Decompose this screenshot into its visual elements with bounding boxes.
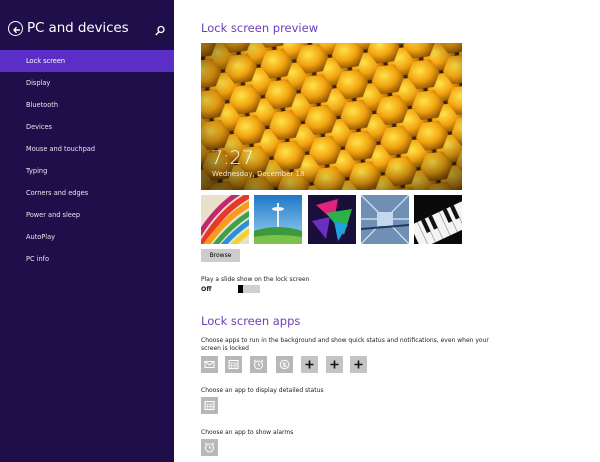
lock-screen-preview: 7:27 Wednesday, December 18: [201, 43, 462, 190]
sidebar-item-devices[interactable]: Devices: [0, 116, 174, 138]
add-icon: [330, 360, 339, 369]
alarms-slot[interactable]: [201, 439, 218, 456]
search-button[interactable]: [154, 22, 166, 36]
quick-status-slot-add-1[interactable]: [301, 356, 318, 373]
detailed-status-slot[interactable]: [201, 397, 218, 414]
apps-description-line2: screen is locked: [201, 345, 249, 352]
alarm-icon: [253, 359, 264, 370]
background-thumbnails: [201, 195, 463, 244]
detailed-status-label: Choose an app to display detailed status: [201, 387, 324, 394]
quick-status-slot-mail[interactable]: [201, 356, 218, 373]
mail-icon: [204, 361, 215, 368]
sidebar-item-power-and-sleep[interactable]: Power and sleep: [0, 204, 174, 226]
page-title: PC and devices: [27, 20, 129, 36]
sidebar-item-lock-screen[interactable]: Lock screen: [0, 50, 174, 72]
quick-status-slot-add-2[interactable]: [326, 356, 343, 373]
thumbnail-colored-stripes[interactable]: [201, 195, 249, 244]
main-content: Lock screen preview 7:27 Wednesday, Dece…: [174, 0, 600, 462]
slideshow-toggle[interactable]: [238, 285, 260, 293]
sidebar-nav: Lock screen Display Bluetooth Devices Mo…: [0, 50, 174, 270]
slideshow-toggle-state: Off: [201, 286, 212, 293]
lock-screen-preview-heading: Lock screen preview: [201, 21, 319, 35]
thumbnail-piano[interactable]: [414, 195, 462, 244]
quick-status-slot-skype[interactable]: S: [276, 356, 293, 373]
sidebar-item-display[interactable]: Display: [0, 72, 174, 94]
sidebar-header: PC and devices: [0, 0, 174, 50]
calendar-icon: [228, 360, 239, 369]
lock-screen-date: Wednesday, December 18: [212, 170, 305, 178]
stripes-image: [201, 195, 249, 244]
lock-screen-time: 7:27: [211, 147, 254, 169]
skype-icon: S: [279, 359, 290, 370]
quick-status-slot-add-3[interactable]: [350, 356, 367, 373]
search-icon: [155, 25, 165, 36]
add-icon: [354, 360, 363, 369]
alarm-icon: [204, 442, 215, 453]
thumbnail-geometric[interactable]: [308, 195, 356, 244]
sidebar-item-autoplay[interactable]: AutoPlay: [0, 226, 174, 248]
alarms-label: Choose an app to show alarms: [201, 429, 294, 436]
tunnel-image: [361, 195, 409, 244]
thumbnail-space-needle[interactable]: [254, 195, 302, 244]
sidebar-item-typing[interactable]: Typing: [0, 160, 174, 182]
sidebar-item-mouse-and-touchpad[interactable]: Mouse and touchpad: [0, 138, 174, 160]
apps-description-line1: Choose apps to run in the background and…: [201, 337, 489, 344]
slideshow-label: Play a slide show on the lock screen: [201, 276, 310, 283]
svg-text:S: S: [282, 361, 287, 369]
browse-button[interactable]: Browse: [201, 249, 240, 262]
thumbnail-motion-tunnel[interactable]: [361, 195, 409, 244]
quick-status-slot-alarm[interactable]: [250, 356, 267, 373]
sidebar-item-bluetooth[interactable]: Bluetooth: [0, 94, 174, 116]
geometric-image: [308, 195, 356, 244]
sidebar-item-pc-info[interactable]: PC info: [0, 248, 174, 270]
add-icon: [305, 360, 314, 369]
toggle-knob: [238, 285, 243, 293]
calendar-icon: [204, 401, 215, 410]
sidebar: PC and devices Lock screen Display Bluet…: [0, 0, 174, 462]
sidebar-item-corners-and-edges[interactable]: Corners and edges: [0, 182, 174, 204]
back-button[interactable]: [8, 21, 23, 36]
back-arrow-icon: [12, 26, 20, 33]
space-needle-image: [254, 195, 302, 244]
quick-status-slot-calendar[interactable]: [225, 356, 242, 373]
lock-screen-apps-heading: Lock screen apps: [201, 314, 301, 328]
piano-image: [414, 195, 462, 244]
